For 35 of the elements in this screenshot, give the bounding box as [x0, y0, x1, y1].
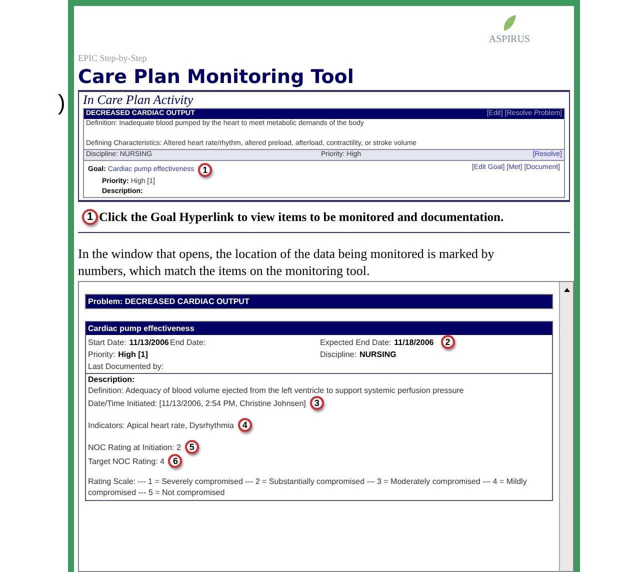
field-label: End Date:: [170, 336, 206, 348]
field-label: Expected End Date:: [320, 336, 392, 348]
number-marker: 4: [238, 418, 252, 432]
field-value: NURSING: [359, 348, 396, 360]
problem-header: Problem: DECREASED CARDIAC OUTPUT: [85, 294, 553, 310]
field-value: 11/13/2006: [129, 336, 169, 348]
slide-title: Care Plan Monitoring Tool: [78, 66, 354, 88]
logo-text: ASPIRUS: [488, 33, 530, 47]
number-marker: 1: [82, 208, 98, 225]
cut-off-text: ): [58, 90, 66, 115]
number-marker: 3: [310, 396, 324, 410]
number-marker: 2: [440, 335, 455, 350]
description-line: Indicators: Apical heart rate, Dysrhythmia: [88, 420, 234, 431]
goal-header: Cardiac pump effectiveness: [86, 322, 552, 336]
description-line: Target NOC Rating: 4: [88, 456, 164, 467]
field-value: 11/18/2006: [394, 336, 434, 348]
field-label: Last Documented by:: [88, 360, 164, 372]
intro-text: In the window that opens, the location of the data being monitored is marked by numbers, which match the items on the monitoring tool.: [78, 245, 496, 280]
field-label: Discipline:: [320, 348, 356, 360]
description-line: NOC Rating at Initiation: 2: [88, 442, 181, 453]
description-line: Date/Time Initiated: [11/13/2006, 2:54 PM, Christine Johnsen]: [88, 398, 306, 409]
description-line: Definition: Adequacy of blood volume ejected from the left ventricle to support systemic perfusion pressure: [88, 385, 464, 396]
number-marker: 6: [168, 454, 182, 468]
instruction-text: Click the Goal Hyperlink to view items to be monitored and documentation.: [99, 208, 504, 226]
description-line: Rating Scale: --- 1 = Severely compromised --- 2 = Substantially compromised --- 3 = Moderately compromised --- 4 = Mildly compromised --- 5 = Not compromised: [88, 476, 528, 498]
slide-subtitle: EPIC Step-by-Step: [78, 52, 148, 65]
scroll-up-icon[interactable]: [562, 286, 570, 294]
section-heading: In Care Plan Activity: [83, 92, 194, 108]
description-label: Description:: [88, 374, 136, 386]
number-marker: 5: [184, 440, 199, 454]
field-value: High [1]: [118, 348, 148, 360]
leaf-logo-icon: [501, 14, 518, 32]
number-marker: 1: [198, 162, 212, 176]
field-label: Start Date:: [88, 336, 126, 348]
field-label: Priority:: [88, 348, 116, 360]
